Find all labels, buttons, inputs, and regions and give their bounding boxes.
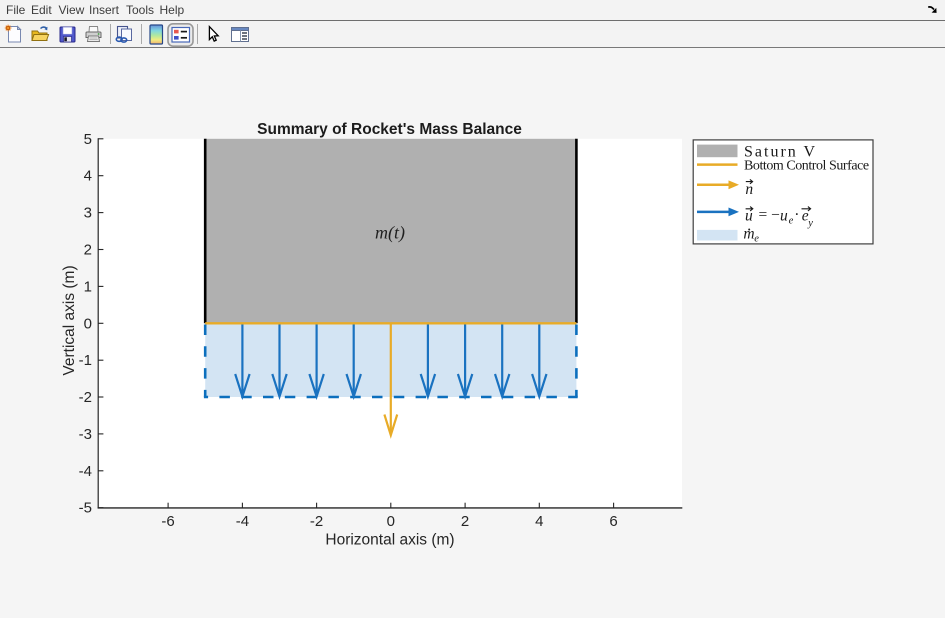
svg-text:-6: -6 [161,513,174,530]
svg-text:Summary of Rocket's Mass Balan: Summary of Rocket's Mass Balance [257,121,522,138]
svg-text:5: 5 [84,131,92,148]
svg-text:e: e [789,216,794,227]
svg-text:-4: -4 [79,463,92,480]
svg-text:e: e [754,233,759,244]
svg-text:4: 4 [84,168,92,185]
svg-text:-2: -2 [310,513,323,530]
svg-text:= −: = − [759,207,780,224]
svg-text:2: 2 [461,513,469,530]
svg-text:y: y [807,218,813,229]
svg-text:-1: -1 [79,352,92,369]
svg-text:Horizontal axis (m): Horizontal axis (m) [325,532,454,549]
svg-text:6: 6 [609,513,617,530]
svg-text:-2: -2 [79,389,92,406]
svg-text:2: 2 [84,242,92,259]
svg-text:·: · [794,207,799,224]
svg-text:u: u [780,208,788,225]
svg-text:Vertical axis (m): Vertical axis (m) [61,265,78,375]
svg-text:4: 4 [535,513,543,530]
svg-text:-5: -5 [79,500,92,517]
svg-text:-3: -3 [79,426,92,443]
svg-text:m: m [743,225,754,242]
svg-text:m(t): m(t) [375,223,405,244]
svg-text:3: 3 [84,205,92,222]
svg-text:0: 0 [387,513,395,530]
svg-text:Bottom Control Surface: Bottom Control Surface [744,158,869,173]
svg-text:1: 1 [84,278,92,295]
svg-text:0: 0 [84,315,92,332]
svg-text:-4: -4 [236,513,249,530]
svg-text:n: n [745,181,753,198]
